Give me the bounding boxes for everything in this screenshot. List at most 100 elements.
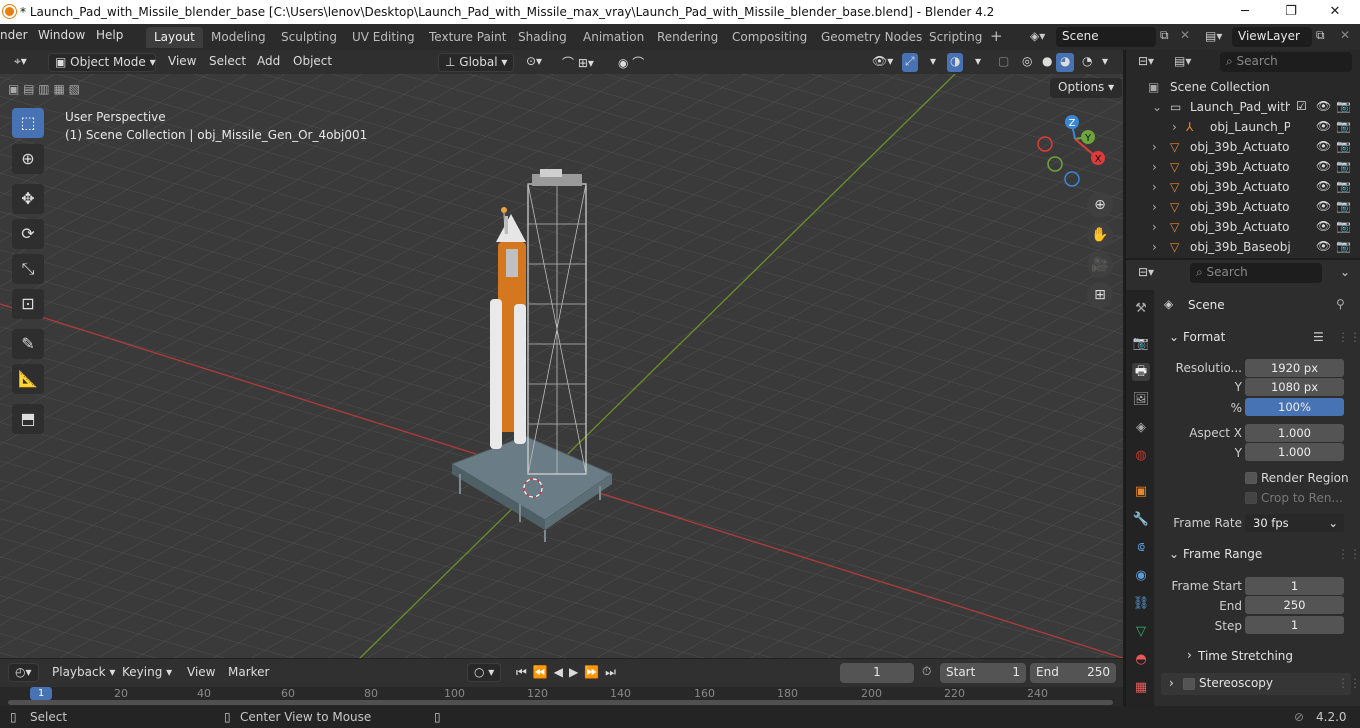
menu-window[interactable]: Window [38,28,85,42]
frame-end-field[interactable]: 250 [1245,596,1344,614]
minimize-button[interactable]: ─ [1222,2,1268,22]
expand-arrow-icon[interactable]: ⌄ [1152,100,1162,114]
camera-icon[interactable]: 📷 [1336,159,1351,173]
render-tab-icon[interactable]: 📷 [1132,335,1150,353]
playhead[interactable]: 1 [30,687,52,700]
menu-render[interactable]: nder [0,28,28,42]
add-workspace-button[interactable]: + [990,27,1003,45]
outliner-editor-type-icon[interactable]: ⊟▾ [1138,54,1154,68]
properties-editor-type-icon[interactable]: ⊟▾ [1138,265,1154,279]
stereoscopy-section-header[interactable]: › Stereoscopy ⋮⋮ [1161,673,1360,695]
shading-dropdown-icon[interactable]: ▾ [1096,53,1114,72]
resolution-y-field[interactable]: 1080 px [1245,378,1344,396]
ortho-grid-icon[interactable]: ⊞ [1087,282,1113,308]
eye-icon[interactable]: 👁 [1316,99,1331,113]
time-stretching-section-header[interactable]: › Time Stretching [1161,646,1351,668]
constraints-tab-icon[interactable]: ⛓ [1132,595,1150,613]
pivot-point-icon[interactable]: ⊙▾ [520,53,548,72]
frame-ruler[interactable]: 1 20 40 60 80 100 120 140 160 180 200 22… [0,687,1123,707]
maximize-button[interactable]: ❐ [1268,2,1314,22]
chevron-down-icon[interactable]: ⌄ [1340,265,1350,279]
auto-keying-icon[interactable]: ○ ▾ [467,663,502,682]
outliner-row[interactable]: › ▽ obj_39b_Actuator_ 👁 📷 [1126,177,1360,197]
display-mode-icon[interactable]: ▤▾ [1174,54,1191,68]
gizmo-dropdown-icon[interactable]: ▾ [924,53,942,72]
menu-select[interactable]: Select [203,53,252,72]
menu-view[interactable]: View [162,53,202,72]
output-tab-icon[interactable]: 🖶 [1132,363,1150,381]
crop-checkbox[interactable] [1245,492,1257,504]
eye-icon[interactable]: 👁 [1316,219,1331,233]
close-window-button[interactable]: ✕ [1312,2,1358,22]
tab-scripting[interactable]: Scripting [921,27,990,48]
frame-range-section-header[interactable]: ⌄ Frame Range ⋮⋮ [1161,545,1360,567]
outliner-row[interactable]: › ▽ obj_39b_Actuator_ 👁 📷 [1126,157,1360,177]
camera-icon[interactable]: 📷 [1336,199,1351,213]
aspect-y-field[interactable]: 1.000 [1245,443,1344,461]
frame-step-field[interactable]: 1 [1245,616,1344,634]
stopwatch-icon[interactable]: ⏱ [922,664,931,679]
drag-handle-icon[interactable]: ⋮⋮ [1337,547,1360,561]
material-tab-icon[interactable]: ◓ [1132,651,1150,669]
end-frame-field[interactable]: End 250 [1030,663,1116,683]
overlays-icon[interactable]: ◑ [947,53,964,72]
snap-icon[interactable]: ⌒ ⊞▾ [556,53,600,72]
new-view-layer-icon[interactable]: ⧉ [1316,28,1325,43]
properties-search-input[interactable]: ⌕ Search [1190,263,1322,283]
options-button[interactable]: Options ▾ [1050,78,1123,98]
timeline-editor-type-icon[interactable]: ◴▾ [8,663,39,682]
zoom-icon[interactable]: ⊕ [1087,192,1113,218]
frame-rate-dropdown[interactable]: 30 fps ⌄ [1245,514,1344,532]
menu-add[interactable]: Add [251,53,286,72]
camera-view-icon[interactable]: 🎥 [1087,252,1113,278]
expand-arrow-icon[interactable]: › [1172,120,1177,134]
menu-marker[interactable]: Marker [222,664,275,683]
menu-playback[interactable]: Playback ▾ [46,664,121,683]
scale-tool-icon[interactable]: ⤡ [12,254,44,284]
outliner-row[interactable]: ⌄ ▭ Launch_Pad_with_M ☑ 👁 📷 [1126,97,1360,117]
particles-tab-icon[interactable]: ⟃ [1132,539,1150,557]
mode-selector[interactable]: ▣ Object Mode ▾ [48,53,156,72]
visibility-icon[interactable]: 👁▾ [866,53,899,72]
drag-handle-icon[interactable]: ⋮⋮ [1337,676,1360,690]
select-box-tool-icon[interactable]: ⬚ [12,108,44,138]
object-tab-icon[interactable]: ▣ [1132,483,1150,501]
menu-keying[interactable]: Keying ▾ [116,664,178,683]
expand-arrow-icon[interactable]: › [1152,220,1157,234]
tab-modeling[interactable]: Modeling [203,27,274,48]
annotate-tool-icon[interactable]: ✎ [12,329,44,359]
new-scene-icon[interactable]: ⧉ [1160,28,1169,43]
camera-icon[interactable]: 📷 [1336,239,1351,253]
delete-scene-icon[interactable]: ✕ [1180,28,1190,42]
rotate-tool-icon[interactable]: ⟳ [12,219,44,249]
scene-tab-icon[interactable]: ◈ [1132,419,1150,437]
timeline-scrollbar[interactable] [8,700,1113,705]
outliner-row[interactable]: › ▽ obj_39b_Actuator_ 👁 📷 [1126,137,1360,157]
frame-start-field[interactable]: 1 [1245,577,1344,595]
camera-icon[interactable]: 📷 [1336,219,1351,233]
camera-icon[interactable]: 📷 [1336,139,1351,153]
expand-arrow-icon[interactable]: › [1152,240,1157,254]
tab-uv-editing[interactable]: UV Editing [344,27,423,48]
pin-icon[interactable]: ⚲ [1336,297,1345,311]
stereoscopy-checkbox[interactable] [1183,678,1195,690]
pan-hand-icon[interactable]: ✋ [1087,222,1113,248]
playback-controls[interactable]: ⏮⏪◀▶⏩⏭ [510,664,628,683]
camera-icon[interactable]: 📷 [1336,179,1351,193]
physics-tab-icon[interactable]: ◉ [1132,567,1150,585]
format-section-header[interactable]: ⌄ Format ☰ ⋮⋮ [1161,328,1360,350]
current-frame-field[interactable]: 1 [840,663,914,683]
view-layer-icon[interactable]: ▤▾ [1205,29,1222,43]
start-frame-field[interactable]: Start 1 [940,663,1026,683]
tab-compositing[interactable]: Compositing [724,27,815,48]
camera-icon[interactable]: 📷 [1336,99,1351,113]
outliner-search-input[interactable]: ⌕ Search [1220,52,1352,72]
tab-layout[interactable]: Layout [146,27,203,48]
tab-animation[interactable]: Animation [575,27,652,48]
tab-rendering[interactable]: Rendering [649,27,726,48]
xray-icon[interactable]: ▢ [992,53,1015,72]
resolution-x-field[interactable]: 1920 px [1245,359,1344,377]
move-tool-icon[interactable]: ✥ [12,184,44,214]
proportional-editing-icon[interactable]: ◉ ⌒ [612,53,650,72]
outliner-row[interactable]: › ▽ obj_39b_Baseobj0( 👁 📷 [1126,237,1360,257]
